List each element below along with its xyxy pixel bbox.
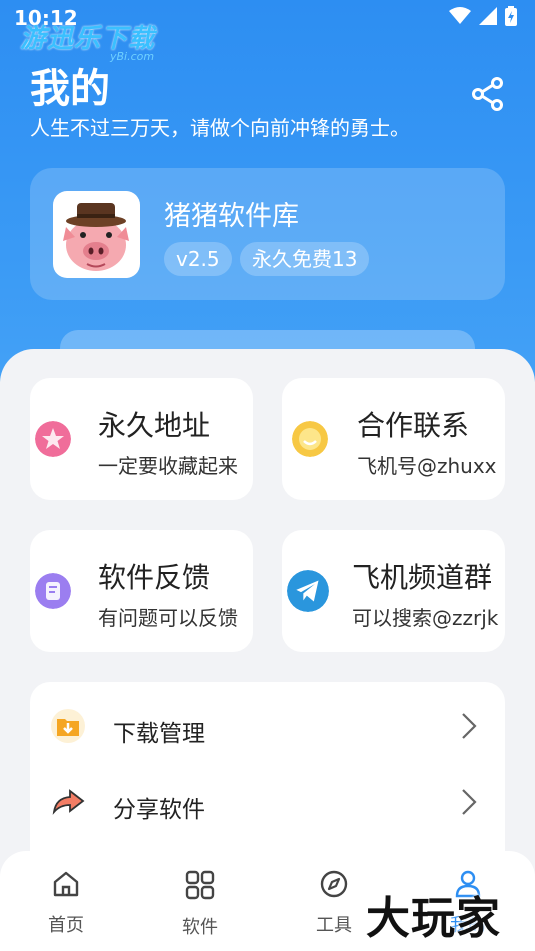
tile-title: 飞机频道群 (352, 561, 493, 594)
battery-icon (505, 6, 517, 26)
tile-permanent-address[interactable]: 永久地址 一定要收藏起来 (30, 378, 253, 500)
star-badge-icon (35, 421, 71, 457)
menu-item-download-manager[interactable]: 下载管理 (30, 690, 505, 760)
tile-telegram-channel[interactable]: 飞机频道群 可以搜索@zzrjk (282, 530, 505, 652)
pig-logo-icon (63, 203, 129, 271)
share-icon (472, 77, 503, 111)
menu-item-label: 下载管理 (113, 721, 205, 747)
tile-title: 软件反馈 (98, 561, 211, 594)
compass-icon (320, 870, 348, 898)
feedback-doc-icon (35, 573, 71, 609)
tab-label: 首页 (48, 915, 84, 936)
tile-title: 合作联系 (357, 409, 470, 442)
menu-item-label: 分享软件 (113, 797, 205, 823)
home-icon (53, 871, 79, 897)
plan-badge: 永久免费13 (240, 242, 370, 276)
chevron-right-icon (462, 713, 477, 739)
share-button[interactable] (470, 76, 506, 112)
tab-tools[interactable]: 工具 (294, 869, 374, 937)
telegram-icon (287, 570, 329, 612)
brand-watermark: 大玩家 (366, 893, 501, 944)
grid-apps-icon (185, 870, 215, 900)
tile-cooperation-contact[interactable]: 合作联系 飞机号@zhuxx (282, 378, 505, 500)
version-badge: v2.5 (164, 242, 232, 276)
watermark-url: yBi.com (110, 50, 155, 63)
tab-home[interactable]: 首页 (26, 869, 106, 937)
signal-icon (479, 7, 497, 25)
page-title: 我的 (30, 66, 110, 112)
tile-desc: 飞机号@zhuxx (357, 454, 497, 478)
tab-software[interactable]: 软件 (160, 869, 240, 939)
status-icons (449, 6, 517, 26)
share-arrow-icon (52, 789, 85, 815)
app-name: 猪猪软件库 (164, 201, 299, 232)
app-info-card[interactable]: 猪猪软件库 v2.5 永久免费13 (30, 168, 505, 300)
wifi-icon (449, 7, 471, 24)
tile-desc: 有问题可以反馈 (98, 606, 238, 630)
menu-item-share-software[interactable]: 分享软件 (30, 766, 505, 836)
tile-desc: 一定要收藏起来 (98, 454, 238, 478)
tile-software-feedback[interactable]: 软件反馈 有问题可以反馈 (30, 530, 253, 652)
chevron-right-icon (462, 789, 477, 815)
tab-label: 工具 (316, 915, 352, 936)
page-subtitle: 人生不过三万天，请做个向前冲锋的勇士。 (30, 116, 410, 140)
menu-list: 下载管理 分享软件 (30, 682, 505, 872)
tile-desc: 可以搜索@zzrjk (352, 606, 499, 630)
smile-badge-icon (292, 421, 328, 457)
tile-title: 永久地址 (98, 409, 211, 442)
tab-label: 软件 (182, 917, 218, 938)
app-logo (53, 191, 140, 278)
download-folder-icon (51, 709, 85, 743)
